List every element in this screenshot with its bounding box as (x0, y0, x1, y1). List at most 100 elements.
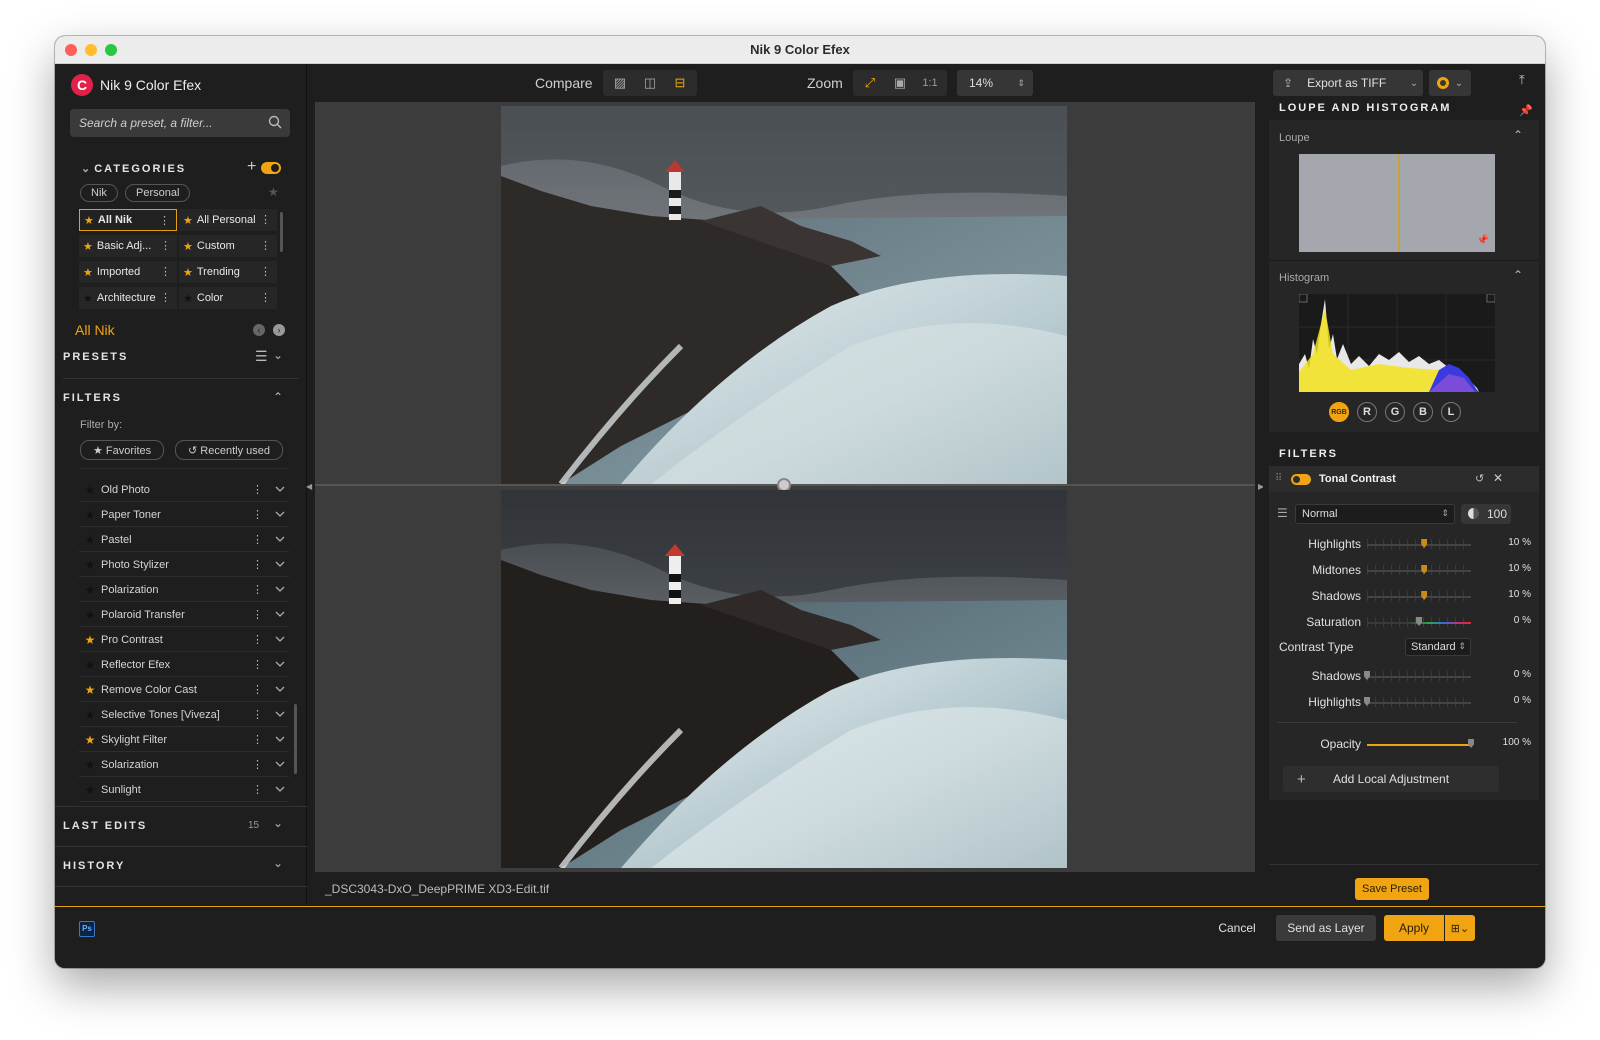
loupe-view[interactable]: 📌 (1299, 154, 1495, 252)
add-local-adjustment-button[interactable]: + Add Local Adjustment (1283, 766, 1499, 792)
more-icon[interactable]: ⋮ (252, 508, 263, 521)
send-as-layer-button[interactable]: Send as Layer (1276, 915, 1376, 941)
more-icon[interactable]: ⋮ (160, 291, 171, 304)
chevron-down-icon[interactable] (275, 559, 285, 569)
favorites-filter-button[interactable]: ★ Favorites (80, 440, 165, 460)
slider-track[interactable] (1367, 544, 1471, 546)
export-button[interactable]: ⇪ Export as TIFF (1273, 70, 1423, 96)
chevron-down-icon[interactable] (275, 634, 285, 644)
more-icon[interactable]: ⋮ (160, 239, 171, 252)
more-icon[interactable]: ⋮ (252, 608, 263, 621)
more-icon[interactable]: ⋮ (252, 583, 263, 596)
filter-list-item[interactable]: ★ Skylight Filter ⋮ (79, 728, 289, 752)
tab-personal[interactable]: Personal (125, 184, 191, 202)
more-icon[interactable]: ⋮ (252, 483, 263, 496)
channel-b-button[interactable]: B (1413, 402, 1433, 422)
filter-list-item[interactable]: ★ Selective Tones [Viveza] ⋮ (79, 703, 289, 727)
add-category-icon[interactable]: + (247, 158, 256, 176)
more-icon[interactable]: ⋮ (252, 533, 263, 546)
more-icon[interactable]: ⋮ (260, 239, 271, 252)
tab-nik[interactable]: Nik (80, 184, 118, 202)
filter-list-item[interactable]: ★ Solarization ⋮ (79, 753, 289, 777)
pin-icon[interactable]: 📌 (1519, 104, 1533, 117)
category-all-nik[interactable]: ★ All Nik ⋮ (79, 209, 177, 231)
collapse-panel-icon[interactable]: ⤒ (1519, 72, 1525, 88)
channel-rgb-button[interactable]: RGB (1329, 402, 1349, 422)
filters-header[interactable]: FILTERS (63, 392, 122, 404)
filter-list-item[interactable]: ★ Pastel ⋮ (79, 528, 289, 552)
categories-toggle[interactable] (261, 162, 281, 174)
previous-arrow-icon[interactable]: ‹ (253, 324, 265, 336)
chevron-up-icon[interactable]: ⌃ (273, 390, 283, 404)
pin-icon[interactable]: 📌 (1477, 235, 1489, 246)
more-icon[interactable]: ⋮ (252, 658, 263, 671)
star-icon[interactable]: ★ (79, 708, 101, 722)
chevron-down-icon[interactable]: ⌄ (273, 856, 283, 870)
remove-filter-icon[interactable]: ✕ (1493, 471, 1503, 485)
compare-stacked-icon[interactable]: ⊟ (665, 75, 695, 91)
chevron-down-icon[interactable] (275, 759, 285, 769)
contrast-type-select[interactable]: Standard ⇕ (1405, 638, 1471, 656)
blend-mode-select[interactable]: Normal ⇕ (1295, 504, 1455, 524)
apply-button[interactable]: Apply (1384, 915, 1444, 941)
star-icon[interactable]: ★ (79, 758, 101, 772)
star-icon[interactable]: ★ (79, 683, 101, 697)
favorite-star-icon[interactable]: ★ (268, 185, 279, 199)
zoom-window-button[interactable] (105, 44, 117, 56)
chevron-down-icon[interactable] (275, 609, 285, 619)
search-input[interactable]: Search a preset, a filter... (70, 109, 290, 137)
presets-header[interactable]: PRESETS (63, 351, 128, 363)
after-image[interactable] (501, 490, 1067, 868)
compare-split-icon[interactable]: ◫ (635, 75, 665, 91)
filter-list-item[interactable]: ★ Reflector Efex ⋮ (79, 653, 289, 677)
chevron-down-icon[interactable] (275, 684, 285, 694)
filter-list-item[interactable]: ★ Remove Color Cast ⋮ (79, 678, 289, 702)
star-icon[interactable]: ★ (79, 633, 101, 647)
export-dropdown-chevron-icon[interactable]: ⌄ (1405, 70, 1423, 96)
reset-icon[interactable]: ↺ (1475, 472, 1484, 485)
filter-enable-toggle[interactable] (1291, 474, 1311, 485)
star-icon[interactable]: ★ (79, 608, 101, 622)
category-trending[interactable]: ★ Trending ⋮ (179, 261, 277, 283)
more-icon[interactable]: ⋮ (260, 291, 271, 304)
dxo-menu-button[interactable]: ⌄ (1429, 70, 1471, 96)
chevron-down-icon[interactable] (275, 534, 285, 544)
filter-list-item[interactable]: ★ Sunlight ⋮ (79, 778, 289, 802)
search-icon[interactable] (268, 115, 282, 129)
category-custom[interactable]: ★ Custom ⋮ (179, 235, 277, 257)
filter-list-item[interactable]: ★ Polaroid Transfer ⋮ (79, 603, 289, 627)
menu-icon[interactable]: ☰ (1277, 506, 1288, 520)
chevron-down-icon[interactable]: ⌄ (273, 348, 283, 362)
more-icon[interactable]: ⋮ (252, 758, 263, 771)
star-icon[interactable]: ★ (79, 733, 101, 747)
star-icon[interactable]: ★ (79, 558, 101, 572)
star-icon[interactable]: ★ (79, 583, 101, 597)
blend-opacity-field[interactable]: 100 (1461, 504, 1511, 524)
next-arrow-icon[interactable]: › (273, 324, 285, 336)
more-icon[interactable]: ⋮ (260, 213, 271, 226)
categories-scrollbar[interactable] (280, 212, 283, 252)
history-header[interactable]: HISTORY (63, 860, 125, 872)
recently-used-filter-button[interactable]: ↺ Recently used (175, 440, 283, 460)
fit-screen-icon[interactable]: ⤢ (855, 75, 885, 91)
more-icon[interactable]: ⋮ (159, 214, 170, 227)
more-icon[interactable]: ⋮ (252, 558, 263, 571)
star-icon[interactable]: ★ (79, 658, 101, 672)
chevron-down-icon[interactable] (275, 509, 285, 519)
slider-track[interactable] (1367, 702, 1471, 704)
star-icon[interactable]: ★ (79, 783, 101, 797)
last-edits-header[interactable]: LAST EDITS (63, 820, 147, 832)
category-architecture[interactable]: ★ Architecture ⋮ (79, 287, 177, 309)
filter-list-item[interactable]: ★ Pro Contrast ⋮ (79, 628, 289, 652)
star-icon[interactable]: ★ (79, 483, 101, 497)
zoom-select[interactable]: 14% ⇕ (957, 70, 1033, 96)
filter-list-item[interactable]: ★ Polarization ⋮ (79, 578, 289, 602)
channel-l-button[interactable]: L (1441, 402, 1461, 422)
chevron-down-icon[interactable] (275, 584, 285, 594)
channel-r-button[interactable]: R (1357, 402, 1377, 422)
slider-track[interactable] (1367, 676, 1471, 678)
category-all-personal[interactable]: ★ All Personal ⋮ (179, 209, 277, 231)
filter-list-item[interactable]: ★ Old Photo ⋮ (79, 478, 289, 502)
star-icon[interactable]: ★ (79, 508, 101, 522)
channel-g-button[interactable]: G (1385, 402, 1405, 422)
